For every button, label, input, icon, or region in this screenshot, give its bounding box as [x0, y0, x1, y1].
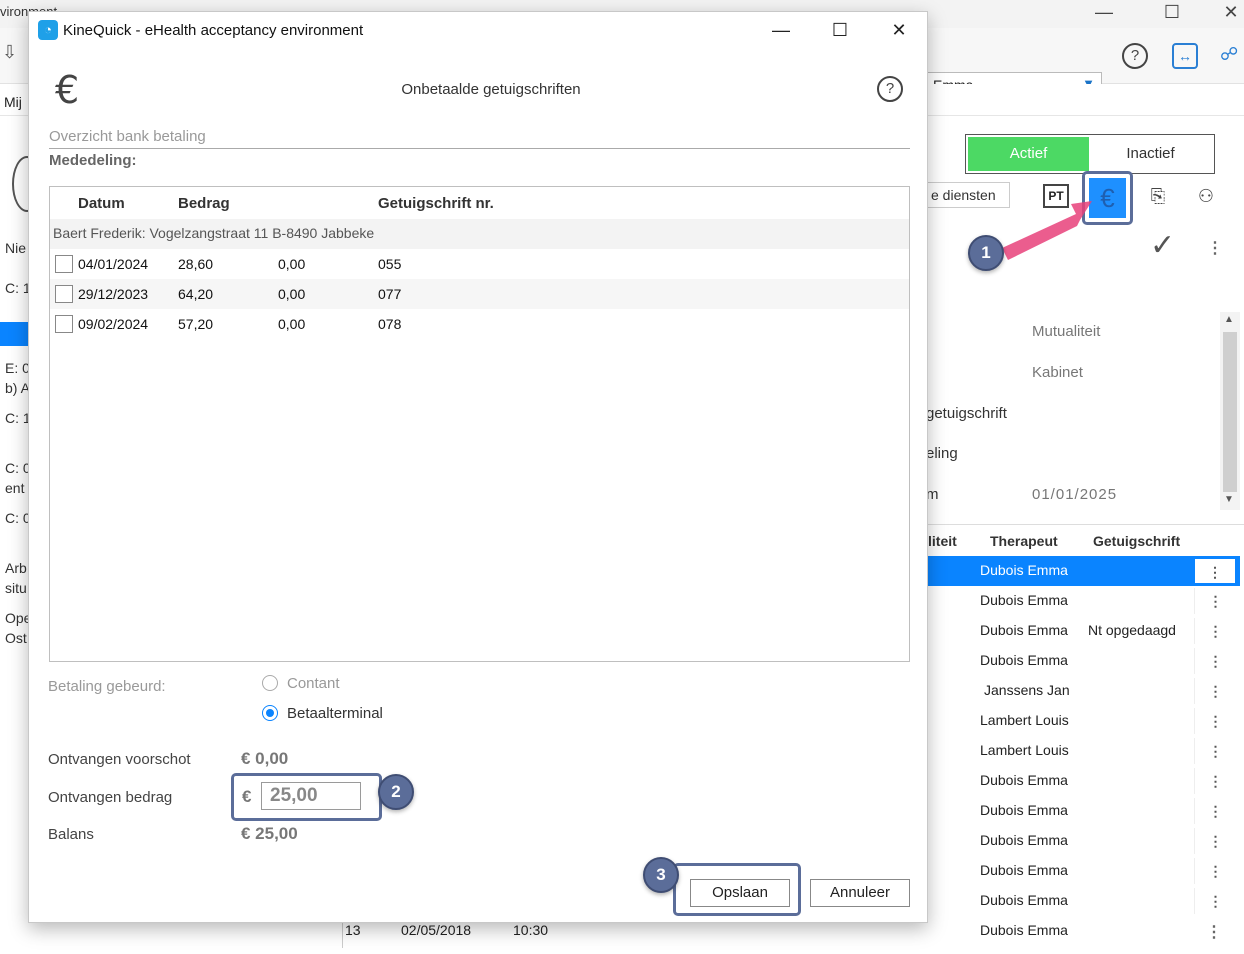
annotation-badge-1: 1 — [968, 235, 1004, 271]
annotation-arrow — [1002, 201, 1092, 260]
annotation-badge-2: 2 — [378, 774, 414, 810]
annotation-badge-3: 3 — [643, 857, 679, 893]
